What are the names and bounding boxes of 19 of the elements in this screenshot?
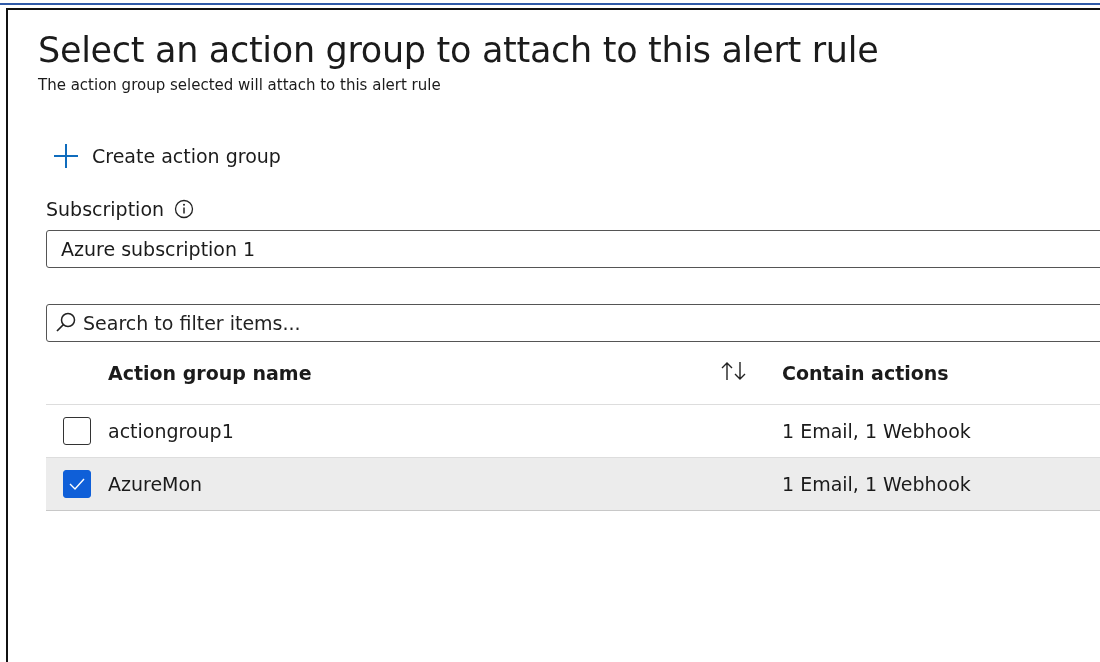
- info-icon: [174, 199, 195, 219]
- search-field[interactable]: Search to filter items...: [46, 304, 1100, 342]
- table-cell: actiongroup1: [108, 420, 234, 442]
- dialog-title: Select an action group to attach to this alert rule: [38, 30, 880, 70]
- subscription-label: Subscription: [46, 198, 165, 220]
- subscription-dropdown[interactable]: Azure subscription 1: [46, 230, 1100, 268]
- table-cell: AzureMon: [108, 473, 203, 495]
- column-header[interactable]: Action group name: [108, 362, 312, 384]
- create-action-group-button[interactable]: Create action group: [52, 142, 281, 170]
- table-cell: 1 Email, 1 Webhook: [782, 473, 971, 495]
- sort-icon[interactable]: [720, 360, 748, 382]
- row-checkbox[interactable]: [63, 417, 91, 445]
- check-icon: [68, 477, 86, 491]
- column-header[interactable]: Contain actions: [782, 362, 949, 384]
- table-row[interactable]: AzureMon 1 Email, 1 Webhook: [46, 458, 1100, 511]
- dialog-subtitle: The action group selected will attach to this alert rule: [38, 76, 442, 94]
- table-cell: 1 Email, 1 Webhook: [782, 420, 971, 442]
- row-checkbox[interactable]: [63, 470, 91, 498]
- plus-icon: [52, 142, 80, 170]
